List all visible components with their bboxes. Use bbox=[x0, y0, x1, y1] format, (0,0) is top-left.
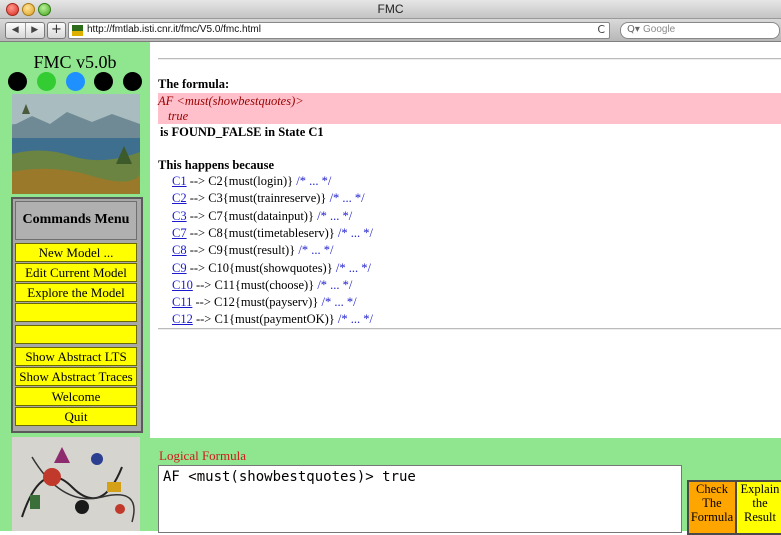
step-comment: /* ... */ bbox=[317, 277, 353, 292]
state-link[interactable]: C11 bbox=[172, 295, 192, 309]
search-placeholder: Google bbox=[643, 24, 676, 35]
explanation-step: C10 --> C11{must(choose)} /* ... */ bbox=[172, 278, 352, 293]
step-comment: /* ... */ bbox=[337, 312, 373, 327]
explanation-step: C1 --> C2{must(login)} /* ... */ bbox=[172, 174, 331, 189]
logical-formula-label: Logical Formula bbox=[159, 448, 247, 463]
step-comment: /* ... */ bbox=[329, 191, 365, 206]
state-link[interactable]: C9 bbox=[172, 261, 187, 275]
status-dot bbox=[65, 72, 85, 91]
state-link[interactable]: C2 bbox=[172, 191, 187, 205]
browser-toolbar: ◀ ▶ + http://fmtlab.isti.cnr.it/fmc/V5.0… bbox=[0, 19, 781, 42]
explain-result-label: Explain bbox=[740, 482, 780, 496]
empty-command-button[interactable] bbox=[15, 303, 137, 322]
formula-line: AF <must(showbestquotes)> bbox=[158, 94, 304, 108]
explanation-heading: This happens because bbox=[158, 158, 275, 172]
status-dot bbox=[123, 72, 142, 91]
new-model-button[interactable]: New Model ... bbox=[15, 243, 137, 262]
page: FMC v5.0b Commands Menu New Model ... Ed… bbox=[0, 42, 781, 535]
step-transition: --> C10{must(showquotes)} bbox=[189, 260, 333, 275]
explain-result-button[interactable]: Explain the Result bbox=[735, 480, 781, 535]
show-abstract-traces-button[interactable]: Show Abstract Traces bbox=[15, 367, 137, 386]
forward-icon[interactable]: ▶ bbox=[26, 23, 45, 38]
search-field[interactable]: Q▾ Google bbox=[620, 22, 780, 39]
explanation-step: C7 --> C8{must(timetableserv)} /* ... */ bbox=[172, 226, 373, 241]
divider bbox=[158, 58, 781, 60]
site-favicon-icon bbox=[72, 25, 83, 36]
status-dot bbox=[94, 72, 114, 91]
explain-result-label: the bbox=[752, 496, 768, 510]
check-formula-label: The bbox=[702, 496, 722, 510]
window-titlebar: FMC bbox=[0, 0, 781, 19]
commands-menu-header: Commands Menu bbox=[15, 201, 137, 240]
logical-formula-value[interactable]: AF <must(showbestquotes)> true bbox=[163, 469, 416, 485]
step-comment: /* ... */ bbox=[296, 174, 332, 188]
step-comment: /* ... */ bbox=[337, 225, 373, 240]
check-formula-label: Formula bbox=[690, 510, 734, 524]
address-bar[interactable]: http://fmtlab.isti.cnr.it/fmc/V5.0/fmc.h… bbox=[68, 22, 610, 39]
explanation-step: C11 --> C12{must(payserv)} /* ... */ bbox=[172, 295, 357, 310]
verdict-text: is FOUND_FALSE in State C1 bbox=[160, 125, 324, 139]
state-link[interactable]: C10 bbox=[172, 278, 193, 292]
add-bookmark-button[interactable]: + bbox=[47, 22, 66, 39]
state-link[interactable]: C12 bbox=[172, 312, 193, 326]
welcome-button[interactable]: Welcome bbox=[15, 387, 137, 406]
check-formula-label: Check bbox=[696, 482, 728, 496]
explanation-step: C9 --> C10{must(showquotes)} /* ... */ bbox=[172, 261, 371, 276]
window-title: FMC bbox=[377, 2, 404, 16]
nav-buttons: ◀ ▶ bbox=[5, 22, 45, 39]
divider bbox=[158, 328, 781, 330]
explore-model-button[interactable]: Explore the Model bbox=[15, 283, 137, 302]
edit-current-model-button[interactable]: Edit Current Model bbox=[15, 263, 137, 282]
step-transition: --> C3{must(trainreserve)} bbox=[189, 191, 327, 206]
step-transition: --> C2{must(login)} bbox=[189, 174, 294, 188]
quit-button[interactable]: Quit bbox=[15, 407, 137, 426]
step-comment: /* ... */ bbox=[317, 208, 353, 223]
sidebar: FMC v5.0b Commands Menu New Model ... Ed… bbox=[0, 42, 150, 531]
formula-line: true bbox=[168, 109, 189, 123]
status-dots bbox=[8, 72, 142, 91]
explanation-step: C12 --> C1{must(paymentOK)} /* ... */ bbox=[172, 312, 373, 327]
address-url[interactable]: http://fmtlab.isti.cnr.it/fmc/V5.0/fmc.h… bbox=[87, 24, 261, 35]
step-comment: /* ... */ bbox=[335, 260, 371, 275]
explanation-step: C8 --> C9{must(result)} /* ... */ bbox=[172, 243, 333, 258]
step-transition: --> C12{must(payserv)} bbox=[195, 295, 319, 310]
step-transition: --> C8{must(timetableserv)} bbox=[189, 225, 335, 240]
empty-command-button[interactable] bbox=[15, 325, 137, 344]
status-dot bbox=[36, 72, 56, 91]
state-link[interactable]: C7 bbox=[172, 226, 187, 240]
app-title: FMC v5.0b bbox=[33, 52, 117, 72]
step-transition: --> C9{must(result)} bbox=[189, 243, 296, 258]
explain-result-label: Result bbox=[744, 510, 776, 524]
show-abstract-lts-button[interactable]: Show Abstract LTS bbox=[15, 347, 137, 366]
back-icon[interactable]: ◀ bbox=[6, 23, 26, 38]
explanation-step: C2 --> C3{must(trainreserve)} /* ... */ bbox=[172, 191, 365, 206]
commands-menu: Commands Menu New Model ... Edit Current… bbox=[11, 197, 143, 433]
formula-panel: Logical Formula AF <must(showbestquotes)… bbox=[150, 438, 781, 535]
reload-icon[interactable]: C bbox=[597, 23, 605, 36]
logical-formula-input[interactable]: AF <must(showbestquotes)> true bbox=[158, 465, 682, 533]
step-comment: /* ... */ bbox=[321, 295, 357, 310]
formula-heading: The formula: bbox=[158, 77, 230, 91]
explanation-step: C3 --> C7{must(datainput)} /* ... */ bbox=[172, 209, 352, 224]
check-formula-button[interactable]: Check The Formula bbox=[687, 480, 737, 535]
step-transition: --> C1{must(paymentOK)} bbox=[195, 312, 335, 327]
state-link[interactable]: C3 bbox=[172, 209, 187, 223]
state-link[interactable]: C1 bbox=[172, 174, 187, 188]
step-comment: /* ... */ bbox=[298, 243, 334, 258]
search-icon[interactable]: Q▾ bbox=[627, 24, 640, 35]
abstract-painting bbox=[12, 437, 140, 531]
landscape-painting bbox=[12, 94, 140, 194]
step-transition: --> C11{must(choose)} bbox=[195, 277, 315, 292]
step-transition: --> C7{must(datainput)} bbox=[189, 208, 314, 223]
state-link[interactable]: C8 bbox=[172, 243, 187, 257]
status-dot bbox=[8, 72, 27, 91]
